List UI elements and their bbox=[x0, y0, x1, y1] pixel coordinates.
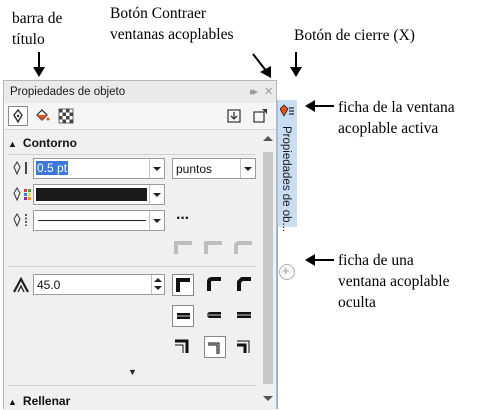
inside-position-icon bbox=[237, 340, 250, 353]
miter-corner-icon bbox=[176, 278, 190, 292]
active-tab-annotation: ficha de la ventana acoplable activa bbox=[338, 97, 455, 139]
vertical-scrollbar[interactable] bbox=[260, 130, 276, 410]
bevel-corner-icon bbox=[237, 277, 251, 291]
outline-style-dropdown[interactable] bbox=[33, 210, 165, 231]
active-tab-label: Propiedades de ob... bbox=[280, 126, 292, 233]
position-outside-button[interactable] bbox=[172, 336, 194, 358]
cap-round-button[interactable] bbox=[204, 305, 226, 327]
section-divider bbox=[8, 154, 256, 155]
outline-style-icon bbox=[13, 213, 27, 227]
hidden-docker-tab-line bbox=[277, 227, 278, 409]
more-options-button[interactable]: ▼ bbox=[8, 366, 256, 382]
fill-tab-button[interactable] bbox=[32, 106, 52, 126]
transparency-tab-button[interactable] bbox=[56, 106, 76, 126]
checkerboard-icon bbox=[58, 108, 74, 124]
annotation-line: ficha de una bbox=[338, 252, 414, 269]
active-docker-tab[interactable]: Propiedades de ob... bbox=[277, 100, 297, 232]
annotation-line: título bbox=[12, 31, 45, 48]
outline-section-header[interactable]: ▲ Contorno bbox=[8, 136, 77, 150]
collapse-triangle-icon: ▲ bbox=[8, 397, 17, 407]
arrow-left-icon bbox=[305, 254, 334, 266]
object-properties-icon bbox=[280, 104, 294, 117]
spinner-buttons[interactable] bbox=[151, 275, 164, 294]
collapse-button-annotation: Botón Contraer ventanas acoplables bbox=[110, 3, 234, 45]
cap-square-button[interactable] bbox=[234, 305, 256, 327]
units-value: puntos bbox=[176, 162, 213, 176]
plus-icon: + bbox=[282, 263, 290, 278]
miter-limit-value: 45.0 bbox=[37, 278, 61, 292]
docker-content: ▲ Contorno 0.5 pt puntos ··· 45.0 ▼ ▲ Re… bbox=[4, 130, 260, 410]
hidden-tab-annotation: ficha de una ventana acoplable oculta bbox=[338, 250, 449, 313]
arrow-down-icon bbox=[33, 52, 45, 77]
corner-style-faded-icons bbox=[174, 241, 252, 254]
corner-round-button[interactable] bbox=[204, 274, 226, 296]
section-divider bbox=[8, 385, 256, 386]
docker-title: Propiedades de objeto bbox=[10, 86, 126, 98]
close-button-annotation: Botón de cierre (X) bbox=[294, 27, 415, 44]
position-inside-button[interactable] bbox=[234, 336, 256, 358]
line-style-preview bbox=[38, 220, 146, 221]
collapse-triangle-icon: ▲ bbox=[8, 139, 17, 149]
chevron-down-icon[interactable] bbox=[240, 159, 255, 178]
scrollbar-thumb[interactable] bbox=[263, 152, 273, 384]
add-docker-button[interactable]: + bbox=[279, 263, 295, 280]
fill-bucket-icon bbox=[36, 109, 50, 121]
apply-settings-button[interactable] bbox=[224, 106, 244, 126]
outline-color-icon bbox=[13, 187, 31, 201]
docker-tab-strip: Propiedades de ob... + bbox=[277, 80, 299, 409]
scroll-up-icon[interactable] bbox=[263, 136, 273, 141]
miter-limit-icon bbox=[13, 277, 29, 293]
object-properties-docker: Propiedades de objeto ▸▸ ✕ ▲ Contorno 0.… bbox=[3, 80, 277, 410]
annotation-line: ficha de la ventana bbox=[338, 99, 455, 116]
download-box-icon bbox=[227, 109, 241, 123]
outside-position-icon bbox=[175, 339, 189, 353]
units-dropdown[interactable]: puntos bbox=[172, 158, 256, 179]
outline-tab-button[interactable] bbox=[8, 106, 28, 126]
outline-color-picker[interactable] bbox=[33, 184, 165, 205]
square-cap-icon bbox=[236, 312, 252, 318]
section-title: Rellenar bbox=[22, 394, 71, 408]
arrow-diagonal-icon bbox=[252, 53, 271, 78]
title-bar[interactable]: Propiedades de objeto ▸▸ ✕ bbox=[4, 81, 276, 104]
scroll-down-icon[interactable] bbox=[263, 396, 273, 401]
annotation-line: barra de bbox=[12, 10, 63, 27]
section-title: Contorno bbox=[22, 136, 77, 150]
annotation-line: acoplable activa bbox=[338, 120, 439, 137]
chevron-down-icon[interactable] bbox=[149, 159, 164, 178]
arrow-left-icon bbox=[305, 100, 334, 112]
title-bar-annotation: barra de título bbox=[12, 8, 62, 50]
color-swatch bbox=[36, 188, 147, 201]
center-position-icon bbox=[208, 342, 220, 354]
round-corner-icon bbox=[207, 277, 221, 291]
chevron-down-icon[interactable] bbox=[149, 211, 164, 230]
miter-limit-field[interactable]: 45.0 bbox=[33, 274, 165, 295]
annotation-line: Botón Contraer bbox=[110, 5, 206, 22]
chevron-down-icon[interactable] bbox=[149, 185, 164, 204]
corner-miter-button[interactable] bbox=[172, 274, 194, 296]
butt-cap-icon bbox=[175, 313, 191, 319]
round-cap-icon bbox=[206, 312, 222, 318]
fill-section-header[interactable]: ▲ Rellenar bbox=[8, 394, 70, 408]
docker-options-button[interactable] bbox=[250, 106, 270, 126]
section-divider bbox=[8, 266, 256, 267]
outline-width-value: 0.5 pt bbox=[36, 161, 69, 175]
expand-triangle-icon: ▼ bbox=[128, 367, 137, 377]
cap-butt-button[interactable] bbox=[172, 305, 194, 327]
arrow-down-icon bbox=[290, 52, 302, 77]
outline-width-field[interactable]: 0.5 pt bbox=[33, 158, 165, 179]
position-center-button[interactable] bbox=[204, 336, 226, 358]
docker-toolbar bbox=[4, 103, 276, 130]
close-button[interactable]: ✕ bbox=[264, 85, 273, 98]
annotation-line: oculta bbox=[338, 294, 376, 311]
annotation-line: ventana acoplable bbox=[338, 273, 450, 290]
collapse-dockers-button[interactable]: ▸▸ bbox=[250, 85, 258, 98]
corner-bevel-button[interactable] bbox=[234, 274, 256, 296]
outline-width-icon bbox=[13, 161, 27, 175]
pen-nib-icon bbox=[13, 109, 23, 123]
options-menu-icon bbox=[253, 109, 267, 123]
annotation-line: ventanas acoplables bbox=[110, 26, 234, 43]
more-styles-button[interactable]: ··· bbox=[176, 210, 190, 228]
